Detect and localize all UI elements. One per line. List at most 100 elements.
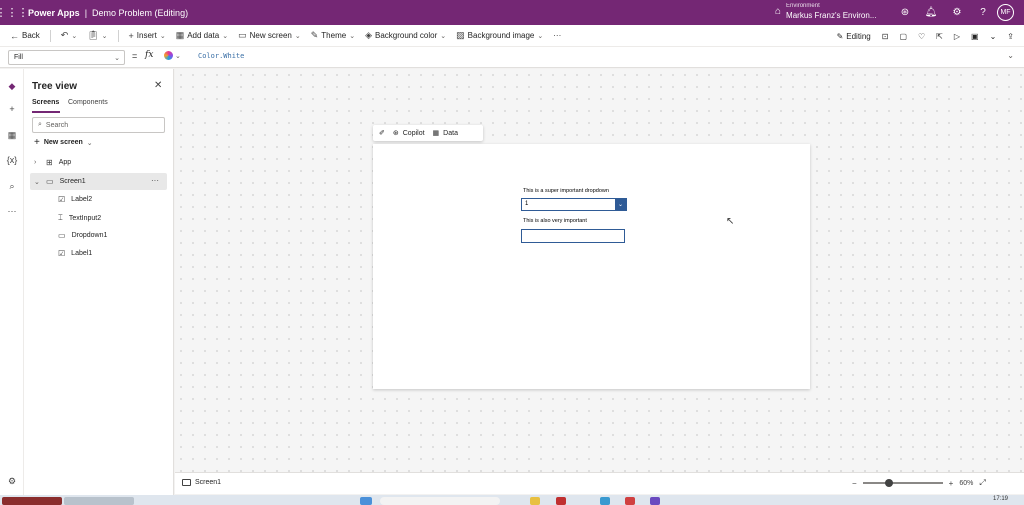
more-options-icon[interactable]: ···: [151, 176, 159, 185]
fx-icon[interactable]: fx: [145, 50, 153, 60]
zoom-slider-thumb[interactable]: [884, 479, 893, 487]
taskbar-app-icon[interactable]: [600, 497, 610, 505]
theme-button[interactable]: ✎ Theme ⌄: [311, 30, 355, 41]
textinput2-control[interactable]: [521, 229, 625, 243]
zoom-controls: − + 60% ⤢: [852, 478, 986, 488]
tree-node-app[interactable]: › ⊞ App: [34, 158, 71, 167]
chevron-down-icon: ⌄: [349, 32, 356, 40]
chevron-down-icon: ⌄: [114, 54, 120, 62]
save-icon[interactable]: ▣: [971, 32, 979, 41]
taskbar-app-icon[interactable]: [64, 497, 134, 505]
new-screen-button[interactable]: ▭ New screen ⌄: [238, 30, 301, 41]
editing-label: Editing: [846, 31, 871, 41]
arrow-left-icon: ←: [10, 30, 19, 41]
label-icon: ☑: [58, 249, 66, 258]
notifications-icon[interactable]: 🔔︎: [923, 4, 939, 20]
taskbar-clock[interactable]: 17:19: [993, 496, 1008, 502]
share-icon[interactable]: ⇱: [936, 32, 943, 41]
status-screen-name: Screen1: [195, 479, 222, 486]
taskbar-app-icon[interactable]: [530, 497, 540, 505]
copilot-button[interactable]: ⊛ Copilot: [393, 129, 425, 138]
back-button[interactable]: ← Back: [10, 31, 40, 41]
tree-node-screen1[interactable]: ⌄ ▭ Screen1: [34, 177, 86, 186]
more-commands-button[interactable]: ···: [553, 31, 561, 40]
tree-node-label1[interactable]: ☑ Label1: [58, 249, 92, 258]
avatar[interactable]: MF: [997, 4, 1014, 21]
add-data-button[interactable]: ▦ Add data ⌄: [176, 30, 228, 41]
tree-node-label: App: [58, 159, 72, 166]
insert-button[interactable]: + Insert ⌄: [129, 31, 166, 41]
tree-search-input[interactable]: ⌕ Search: [32, 117, 165, 133]
dropdown-icon: ▭: [58, 231, 66, 240]
taskbar-app-icon[interactable]: [650, 497, 660, 505]
play-preview-icon[interactable]: ▷: [954, 32, 960, 41]
paint-bucket-icon: ◈: [365, 30, 372, 40]
settings-gear-icon[interactable]: ⚙: [949, 4, 965, 20]
data-button[interactable]: ▦ Data: [432, 129, 458, 138]
tree-view-layers-icon[interactable]: ◆: [0, 77, 24, 95]
tab-screens[interactable]: Screens: [32, 99, 59, 106]
label2-control[interactable]: This is also very important: [523, 218, 587, 224]
data-icon[interactable]: ▦: [0, 126, 24, 144]
tree-node-textinput2[interactable]: ⌶ TextInput2: [58, 213, 101, 223]
environment-name: Markus Franz's Environ...: [786, 11, 877, 20]
taskbar-app-icon[interactable]: [556, 497, 566, 505]
formula-input[interactable]: Color.White: [198, 52, 244, 60]
health-icon[interactable]: ♡: [918, 32, 925, 41]
tree-node-label: TextInput2: [68, 214, 102, 222]
variables-icon[interactable]: {x}: [0, 151, 24, 169]
chevron-down-icon[interactable]: ⌄: [1007, 51, 1014, 60]
tab-components[interactable]: Components: [68, 99, 108, 106]
comments-icon[interactable]: ▢: [899, 32, 907, 41]
screen1-canvas[interactable]: This is a super important dropdown 1 ⌄ T…: [373, 144, 810, 389]
back-label: Back: [22, 31, 40, 40]
publish-icon[interactable]: ⇪: [1007, 32, 1014, 41]
tree-node-dropdown1[interactable]: ▭ Dropdown1: [58, 231, 107, 240]
search-icon: ⌕: [38, 121, 42, 128]
active-tab-indicator: [32, 111, 60, 113]
taskbar-app-icon[interactable]: [360, 497, 372, 505]
label1-control[interactable]: This is a super important dropdown: [523, 188, 609, 194]
more-icon[interactable]: ···: [0, 202, 24, 220]
property-dropdown[interactable]: Fill ⌄: [8, 50, 125, 65]
close-icon[interactable]: ✕: [154, 80, 162, 91]
status-screen-selector[interactable]: Screen1: [182, 479, 221, 486]
app-launcher-icon[interactable]: ⋮⋮⋮: [0, 0, 29, 25]
taskbar-app-icon[interactable]: [2, 497, 62, 505]
app-checker-icon[interactable]: ⊡: [882, 32, 889, 41]
background-image-button[interactable]: ▨ Background image ⌄: [456, 30, 543, 41]
insert-plus-icon[interactable]: +: [0, 100, 24, 118]
environment-picker[interactable]: ⌂ Environment Markus Franz's Environ...: [775, 2, 877, 20]
clipboard-icon: 📋︎: [87, 30, 99, 40]
new-screen-tree-button[interactable]: + New screen ⌄: [34, 137, 93, 148]
zoom-in-icon[interactable]: +: [949, 479, 954, 488]
undo-button[interactable]: ↶ ⌄: [61, 30, 77, 41]
data-label: Data: [443, 129, 458, 137]
table-icon: ▦: [432, 130, 440, 137]
copilot-formula-button[interactable]: ⌄: [164, 51, 181, 60]
help-icon[interactable]: ?: [975, 4, 991, 20]
paste-button[interactable]: 📋︎ ⌄: [87, 30, 107, 41]
tree-node-label: Label1: [71, 250, 93, 257]
fit-to-window-icon[interactable]: ⤢: [979, 478, 985, 488]
tree-node-label2[interactable]: ☑ Label2: [58, 195, 92, 204]
chevron-down-icon[interactable]: ⌄: [615, 199, 626, 210]
pin-icon[interactable]: ✐: [379, 129, 385, 137]
search-icon[interactable]: ⌕: [0, 177, 24, 195]
taskbar-search-icon[interactable]: [380, 497, 500, 505]
chevron-right-icon: ›: [34, 159, 37, 166]
editing-mode-button[interactable]: ✎ Editing: [837, 32, 871, 41]
chevron-down-icon[interactable]: ⌄: [990, 32, 997, 41]
search-placeholder: Search: [45, 121, 69, 129]
tree-node-label: Dropdown1: [71, 232, 108, 239]
settings-gear-icon[interactable]: ⚙: [0, 472, 24, 490]
dropdown1-control[interactable]: 1 ⌄: [521, 198, 627, 211]
zoom-slider[interactable]: [862, 479, 943, 487]
zoom-out-icon[interactable]: −: [852, 479, 857, 488]
taskbar-app-icon[interactable]: [625, 497, 635, 505]
copilot-top-icon[interactable]: ⊛: [897, 4, 913, 20]
dropdown-value: 1: [525, 201, 529, 207]
app-name[interactable]: Power Apps: [28, 8, 80, 18]
undo-icon: ↶: [60, 30, 69, 40]
background-color-button[interactable]: ◈ Background color ⌄: [365, 30, 446, 41]
